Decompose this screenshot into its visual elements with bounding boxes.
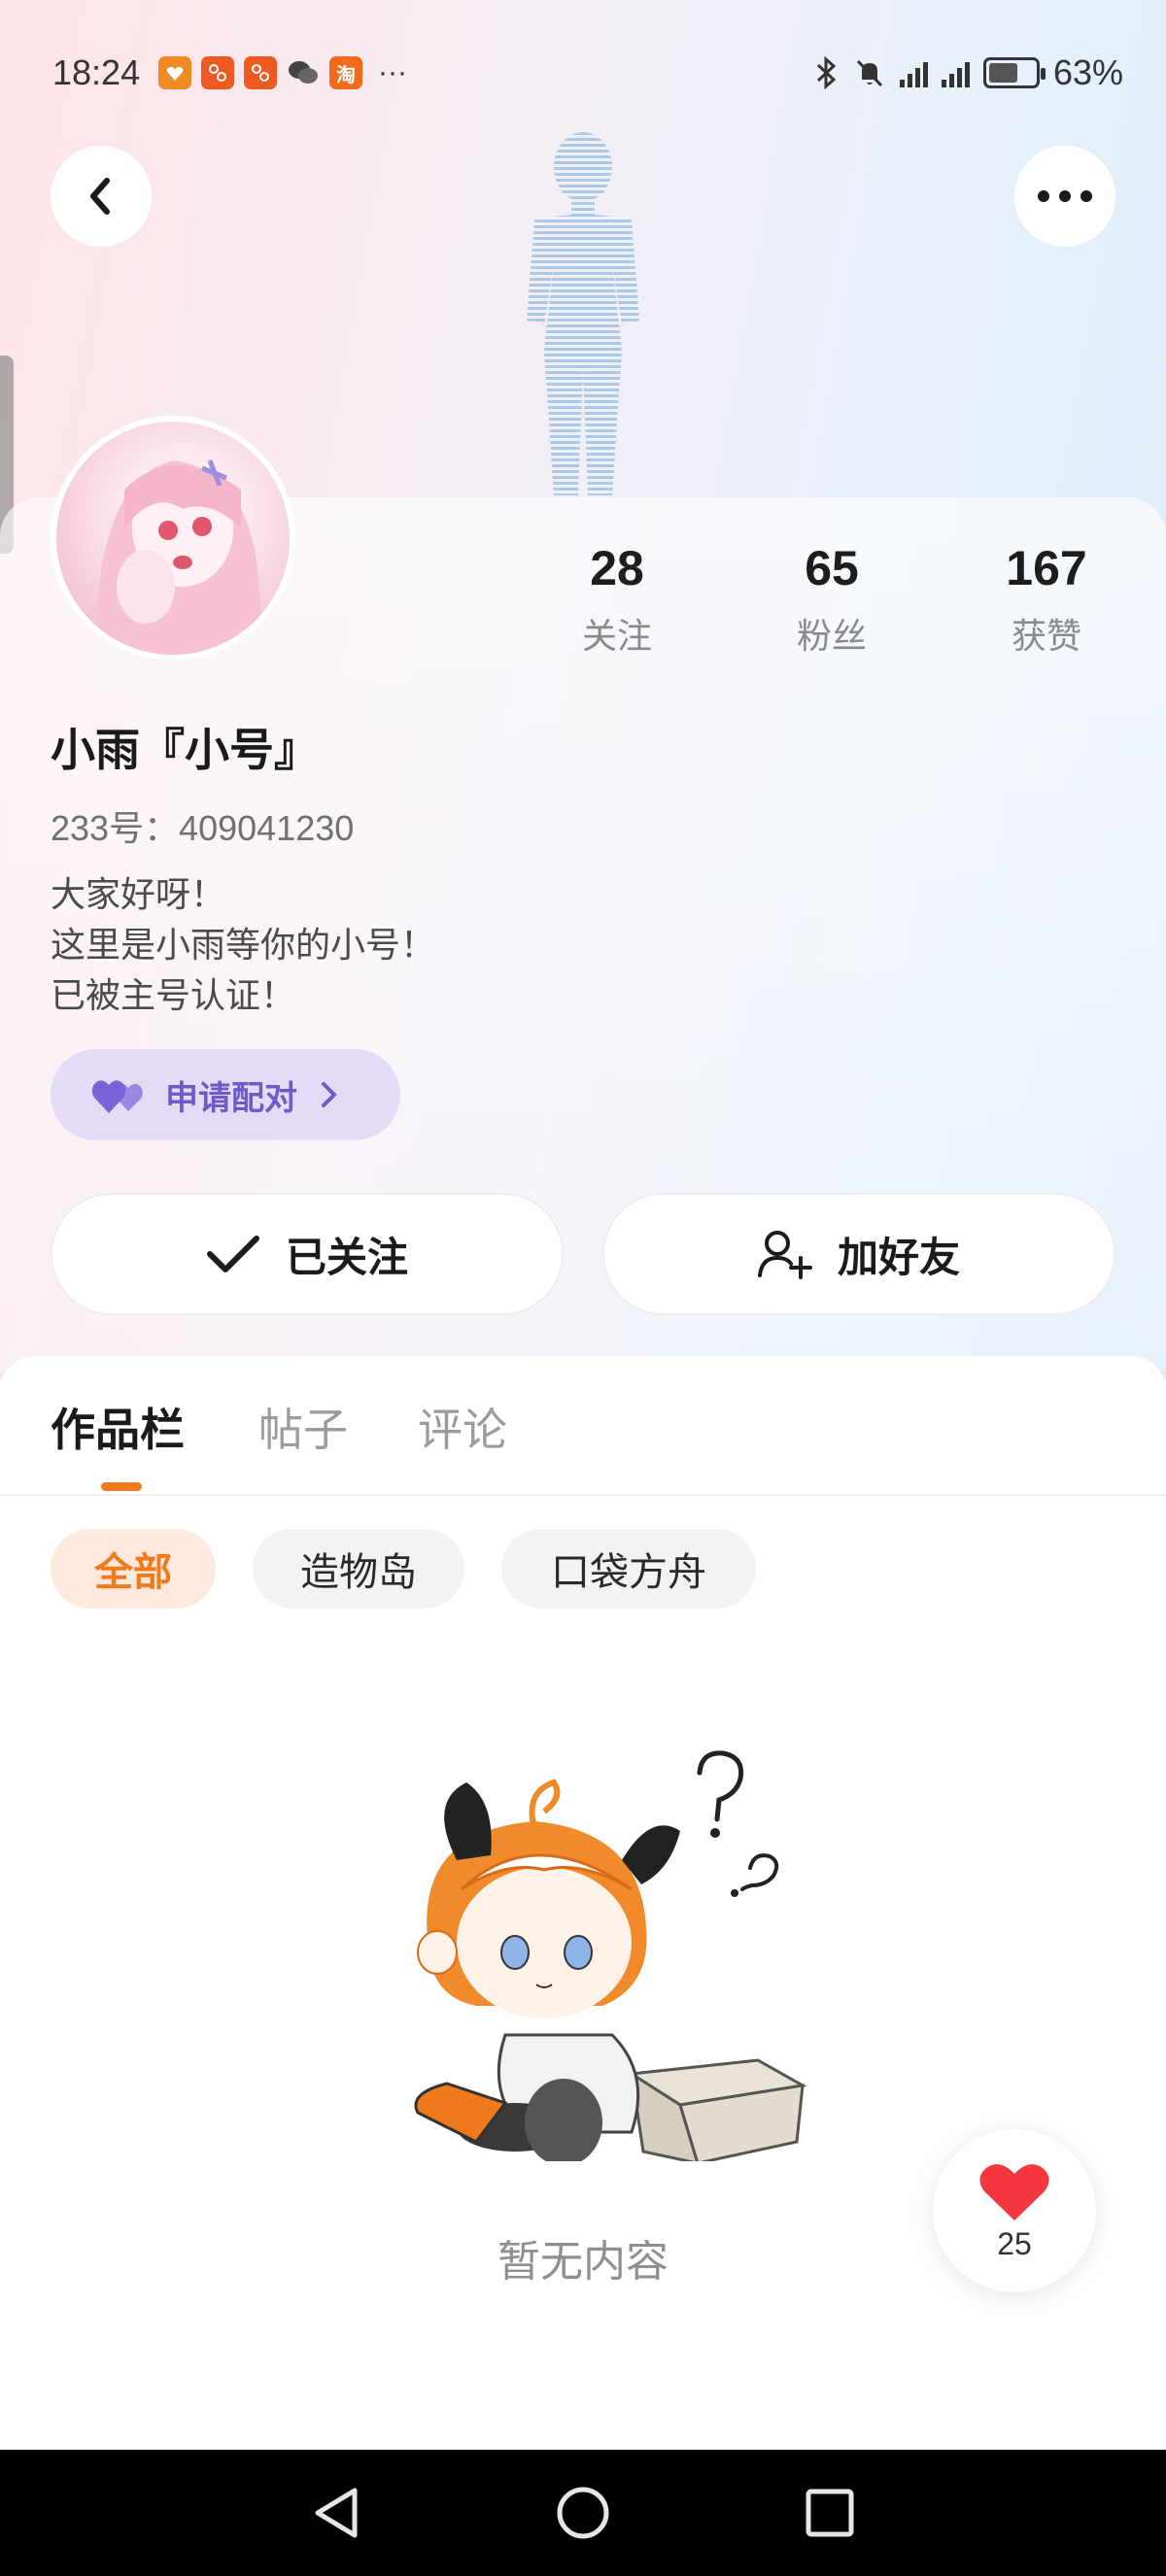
bluetooth-icon <box>816 56 837 89</box>
bio-line: 大家好呀！ <box>51 875 226 915</box>
stat-followers[interactable]: 65 粉丝 <box>725 540 939 659</box>
stat-following-label: 关注 <box>581 617 652 657</box>
stat-likes-label: 获赞 <box>1011 617 1081 657</box>
hologram-figure-icon <box>527 132 639 495</box>
avatar[interactable] <box>51 416 295 661</box>
profile-uid[interactable]: 233号：409041230 <box>51 800 354 851</box>
battery-icon <box>982 57 1046 88</box>
stat-followers-value: 65 <box>805 541 859 595</box>
back-button[interactable] <box>51 146 152 247</box>
tab-divider <box>0 1494 1166 1496</box>
chevron-left-icon <box>90 178 110 215</box>
mute-bell-icon <box>856 59 883 87</box>
apply-pair-label: 申请配对 <box>165 1078 297 1118</box>
status-indicators: 63% <box>814 52 1123 93</box>
tab-active-indicator <box>101 1482 142 1491</box>
apply-pair-button[interactable]: 申请配对 <box>51 1049 400 1140</box>
stat-likes[interactable]: 167 获赞 <box>940 540 1153 659</box>
heart-icon <box>979 2163 1049 2220</box>
profile-stats: 28 关注 65 粉丝 167 获赞 <box>510 540 1151 666</box>
nav-home-button[interactable] <box>525 2450 641 2576</box>
empty-state-illustration <box>414 1750 807 2161</box>
like-count: 25 <box>997 2225 1032 2261</box>
app-icon-2 <box>244 56 277 89</box>
stat-likes-value: 167 <box>1006 541 1087 595</box>
filter-chip-creation-island[interactable]: 造物岛 <box>253 1529 464 1609</box>
square-recents-icon <box>806 2489 854 2537</box>
checkmark-icon <box>206 1236 259 1272</box>
taobao-tao-icon: 淘 <box>329 56 362 89</box>
stat-following-value: 28 <box>590 541 644 595</box>
filter-chip-pocket-ark[interactable]: 口袋方舟 <box>501 1529 756 1609</box>
taobao-icon <box>158 56 191 89</box>
status-notification-icons: 淘 ··· <box>158 56 407 89</box>
battery-percent: 63% <box>1052 52 1123 92</box>
profile-bio: 大家好呀！ 这里是小雨等你的小号！ 已被主号认证！ <box>51 870 435 1022</box>
double-heart-icon <box>91 1080 143 1113</box>
signal-4g-icon <box>899 58 928 87</box>
chevron-right-icon <box>322 1082 337 1107</box>
stat-following[interactable]: 28 关注 <box>510 540 724 659</box>
circle-home-icon <box>557 2487 609 2539</box>
signal-4g-icon-2 <box>941 58 970 87</box>
nav-back-button[interactable] <box>278 2450 394 2576</box>
tab-comments[interactable]: 评论 <box>418 1395 507 1459</box>
bio-line: 这里是小雨等你的小号！ <box>51 926 436 966</box>
add-friend-button[interactable]: 加好友 <box>602 1193 1115 1315</box>
nav-recents-button[interactable] <box>772 2450 888 2576</box>
followed-label: 已关注 <box>285 1233 408 1281</box>
profile-nickname: 小雨『小号』 <box>51 724 319 776</box>
wechat-icon <box>287 56 320 89</box>
followed-button[interactable]: 已关注 <box>51 1193 564 1315</box>
triangle-back-icon <box>315 2488 358 2538</box>
filter-chip-all[interactable]: 全部 <box>51 1529 216 1609</box>
status-more: ··· <box>378 56 407 88</box>
add-friend-label: 加好友 <box>837 1233 960 1281</box>
add-user-icon <box>757 1231 812 1279</box>
system-navigation-bar <box>0 2450 1166 2576</box>
more-dots-icon <box>1038 190 1092 202</box>
anime-avatar-image <box>95 459 260 655</box>
status-bar: 18:24 淘 ··· 63% <box>0 0 1166 146</box>
bio-line: 已被主号认证！ <box>51 976 296 1016</box>
tab-works[interactable]: 作品栏 <box>51 1395 185 1459</box>
status-time: 18:24 <box>52 52 141 92</box>
more-button[interactable] <box>1014 146 1115 247</box>
tab-posts[interactable]: 帖子 <box>258 1395 348 1459</box>
like-button[interactable]: 25 <box>933 2129 1096 2292</box>
stat-followers-label: 粉丝 <box>796 617 867 657</box>
app-icon-1 <box>201 56 234 89</box>
